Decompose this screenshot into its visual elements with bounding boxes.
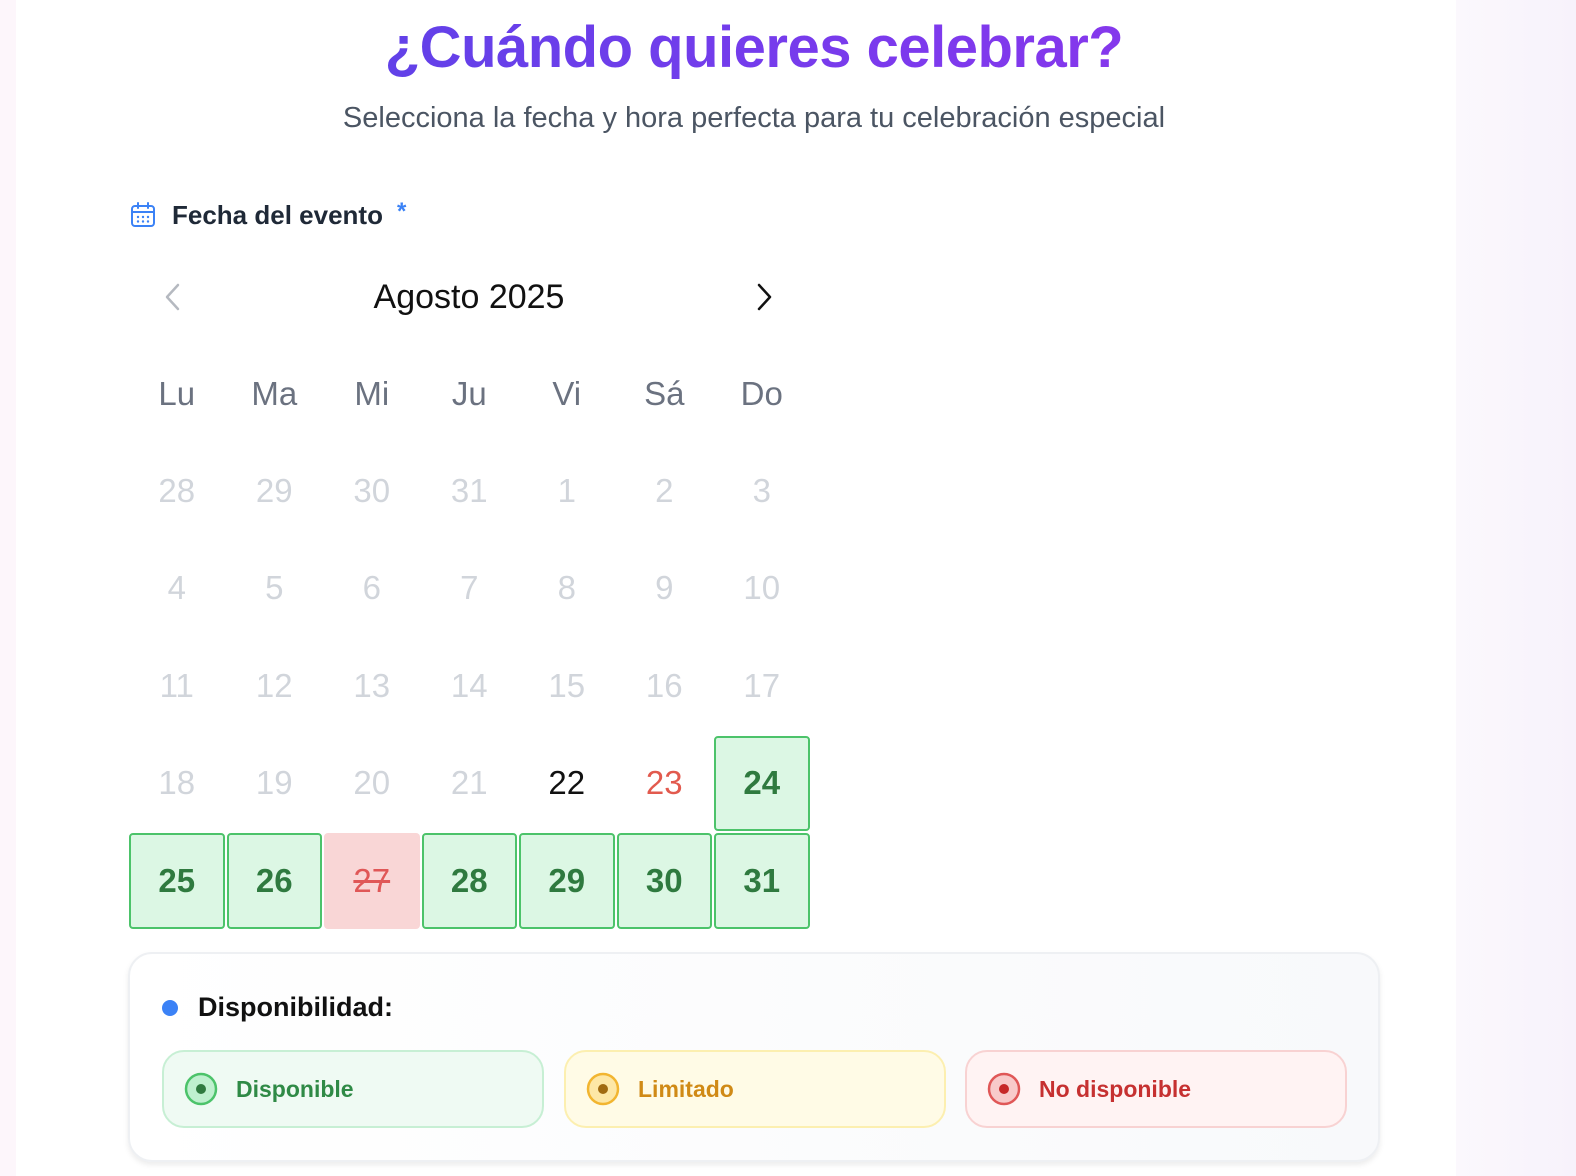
weekday-label: Do (740, 375, 783, 412)
calendar-day-past: 13 (353, 666, 391, 704)
calendar-day-past: 6 (362, 569, 381, 607)
calendar-day-available[interactable]: 31 (714, 833, 810, 929)
calendar-day-past: 14 (450, 666, 488, 704)
legend-label-disponible: Disponible (236, 1075, 354, 1102)
next-month-button[interactable] (747, 280, 781, 314)
calendar-day-past: 10 (743, 569, 781, 607)
legend-label-limitado: Limitado (638, 1075, 734, 1102)
calendar-day-past: 17 (743, 666, 781, 704)
legend-item-limitado: Limitado (564, 1050, 946, 1128)
weekday-header: Lu Ma Mi Ju Vi Sá Do (128, 370, 810, 418)
calendar-days-grid: 28 29 30 31 1 2 3 4 5 6 7 8 9 10 11 12 13 14 15 16 17 18 19 20 2… (128, 442, 810, 930)
calendar-day-past: 7 (460, 569, 479, 607)
legend-item-no-disponible: No disponible (965, 1050, 1347, 1128)
weekday-label: Mi (354, 375, 390, 412)
legend-bullet-icon (162, 999, 178, 1016)
calendar-day-past: 8 (557, 569, 576, 607)
weekday-label: Sá (644, 375, 685, 412)
calendar-day-past: 15 (548, 666, 586, 704)
status-available-icon (184, 1072, 218, 1106)
calendar-day-available[interactable]: 25 (129, 833, 225, 929)
calendar-day-past: 30 (353, 471, 391, 509)
status-unavailable-icon (987, 1072, 1021, 1106)
calendar-day-past: 19 (255, 764, 293, 802)
prev-month-button[interactable] (156, 280, 190, 314)
page-background-right (1456, 0, 1576, 1176)
calendar-day-weekend-red[interactable]: 23 (617, 736, 713, 832)
page-subtitle: Selecciona la fecha y hora perfecta para… (342, 102, 1166, 134)
calendar-day-today[interactable]: 22 (519, 736, 615, 832)
calendar-day-unavailable: 27 (324, 833, 420, 929)
date-field-label-text: Fecha del evento (172, 199, 383, 230)
calendar-day-available[interactable]: 28 (421, 833, 517, 929)
month-label: Agosto 2025 (373, 278, 565, 316)
weekday-label: Vi (552, 375, 582, 412)
weekday-label: Lu (158, 375, 196, 412)
weekday-label: Ju (451, 375, 487, 412)
date-field-label: Fecha del evento * (130, 198, 406, 232)
calendar-day-past: 11 (159, 666, 194, 704)
legend-item-disponible: Disponible (162, 1050, 544, 1128)
calendar-day-past: 28 (158, 471, 196, 509)
calendar-day-past: 4 (167, 569, 186, 607)
calendar-day-available[interactable]: 30 (616, 833, 712, 929)
calendar-day-available[interactable]: 24 (714, 735, 810, 831)
calendar-day-past: 3 (752, 471, 771, 509)
calendar-day-past: 18 (158, 764, 196, 802)
chevron-left-icon (165, 283, 180, 311)
required-marker: * (396, 198, 407, 225)
weekday-label: Ma (251, 375, 298, 412)
calendar-day-past: 12 (255, 666, 293, 704)
calendar-day-past: 2 (655, 471, 674, 509)
calendar-icon (131, 202, 155, 227)
calendar-day-past: 1 (557, 471, 576, 509)
booking-card: ¿Cuándo quieres celebrar? Selecciona la … (16, 0, 1456, 1176)
legend-label-no-disponible: No disponible (1039, 1075, 1192, 1102)
calendar-day-past: 31 (450, 471, 488, 509)
chevron-right-icon (757, 283, 772, 311)
calendar-day-past: 20 (353, 764, 391, 802)
calendar-day-past: 21 (450, 764, 488, 802)
calendar-day-past: 16 (645, 666, 683, 704)
status-limited-icon (586, 1072, 620, 1106)
legend-title: Disponibilidad: (162, 992, 393, 1023)
calendar-day-past: 5 (265, 569, 284, 607)
page-title: ¿Cuándo quieres celebrar? (16, 14, 1492, 81)
calendar-day-available[interactable]: 26 (226, 833, 322, 929)
calendar-day-available[interactable]: 29 (519, 833, 615, 929)
calendar-day-past: 29 (255, 471, 293, 509)
legend-title-text: Disponibilidad: (198, 992, 393, 1022)
calendar-day-past: 9 (655, 569, 674, 607)
availability-legend: Disponibilidad: Disponible Limitado No d… (128, 952, 1380, 1162)
